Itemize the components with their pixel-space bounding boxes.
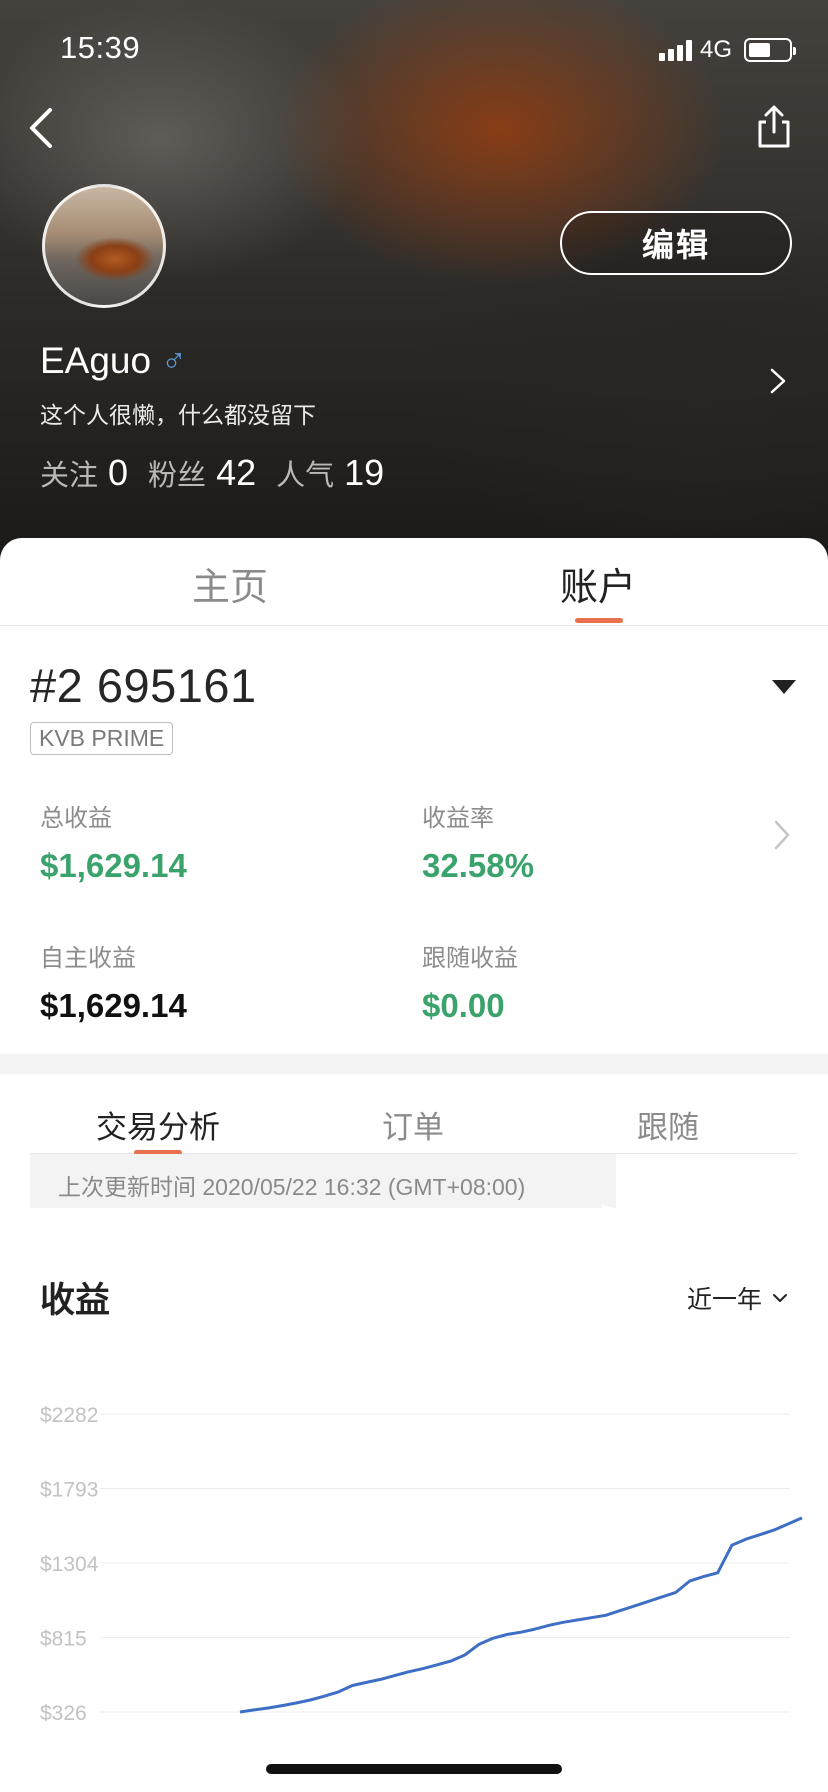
caret-down-icon[interactable] <box>772 680 796 694</box>
metric-follow-profit: 跟随收益 $0.00 <box>422 938 518 1025</box>
status-indicators: 4G <box>658 36 796 64</box>
tab-follow[interactable]: 跟随 <box>568 1102 768 1147</box>
metric-value: $0.00 <box>422 987 505 1024</box>
status-bar: 15:39 4G <box>0 0 828 100</box>
stat-value: 0 <box>108 452 129 493</box>
stat-label: 人气 <box>276 458 335 492</box>
metric-label: 跟随收益 <box>422 944 518 972</box>
metric-own-profit: 自主收益 $1,629.14 <box>40 938 187 1025</box>
y-tick-label: $326 <box>40 1702 87 1725</box>
y-tick-label: $815 <box>40 1628 87 1651</box>
chevron-right-icon[interactable] <box>768 366 788 396</box>
share-icon[interactable] <box>754 104 794 150</box>
metric-value: $1,629.14 <box>40 987 187 1024</box>
network-label: 4G <box>699 36 732 63</box>
metric-value: $1,629.14 <box>40 847 187 884</box>
profit-chart: $2282 $1793 $1304 $815 $326 <box>40 1404 803 1725</box>
avatar[interactable] <box>42 184 166 308</box>
stat-label: 粉丝 <box>148 458 207 492</box>
server-badge: KVB PRIME <box>30 722 174 755</box>
y-tick-label: $2282 <box>40 1404 98 1427</box>
tab-trade-analysis[interactable]: 交易分析 <box>58 1102 258 1147</box>
profit-series-line <box>239 1516 803 1714</box>
metric-return-rate: 收益率 32.58% <box>422 798 534 885</box>
tab-home[interactable]: 主页 <box>130 556 330 611</box>
back-icon[interactable] <box>22 106 62 150</box>
y-tick-label: $1793 <box>40 1479 98 1502</box>
signal-icon <box>658 39 692 61</box>
section-divider <box>0 1054 828 1074</box>
metric-label: 收益率 <box>422 804 494 832</box>
tab-account[interactable]: 账户 <box>498 556 698 611</box>
profile-stats: 关注 0 粉丝 42 人气 19 <box>40 452 384 494</box>
analysis-tabs: 交易分析 订单 跟随 <box>30 1074 798 1155</box>
edit-profile-button[interactable]: 编辑 <box>560 211 792 275</box>
home-indicator <box>266 1764 562 1774</box>
battery-icon <box>744 38 796 62</box>
range-label: 近一年 <box>686 1285 762 1314</box>
stat-popularity: 人气 19 <box>276 452 384 494</box>
status-time: 15:39 <box>60 30 141 65</box>
chevron-down-icon <box>773 1294 787 1302</box>
tab-orders[interactable]: 订单 <box>313 1102 513 1147</box>
chevron-right-icon[interactable] <box>772 818 792 852</box>
male-icon: ♂ <box>161 341 187 380</box>
user-bio: 这个人很懒，什么都没留下 <box>40 403 316 429</box>
active-tab-indicator <box>575 618 623 623</box>
metric-value: 32.58% <box>422 847 534 884</box>
user-name-row[interactable]: EAguo ♂ <box>40 340 187 382</box>
last-update-bar: 上次更新时间 2020/05/22 16:32 (GMT+08:00) <box>30 1154 602 1208</box>
last-update-text: 上次更新时间 2020/05/22 16:32 (GMT+08:00) <box>58 1174 526 1200</box>
account-number: #2 695161 <box>30 659 257 712</box>
stat-following[interactable]: 关注 0 <box>40 452 128 494</box>
chart-title: 收益 <box>40 1281 111 1321</box>
y-tick-label: $1304 <box>40 1553 99 1576</box>
user-name: EAguo <box>40 340 152 381</box>
stat-followers[interactable]: 粉丝 42 <box>148 452 256 494</box>
metric-total-profit: 总收益 $1,629.14 <box>40 798 187 885</box>
stat-value: 42 <box>216 452 257 493</box>
range-select[interactable]: 近一年 <box>687 1280 788 1316</box>
stat-label: 关注 <box>40 458 99 492</box>
stat-value: 19 <box>344 452 385 493</box>
metric-label: 自主收益 <box>40 944 136 972</box>
content-sheet: 主页 账户 #2 695161 KVB PRIME 总收益 $1,629.14 … <box>0 538 828 1792</box>
metric-label: 总收益 <box>40 804 112 832</box>
profile-header: 15:39 4G 编辑 EAguo ♂ 这个人很懒，什么都没留下 关注 0 粉丝 <box>0 0 828 560</box>
main-tabs: 主页 账户 <box>0 538 828 626</box>
